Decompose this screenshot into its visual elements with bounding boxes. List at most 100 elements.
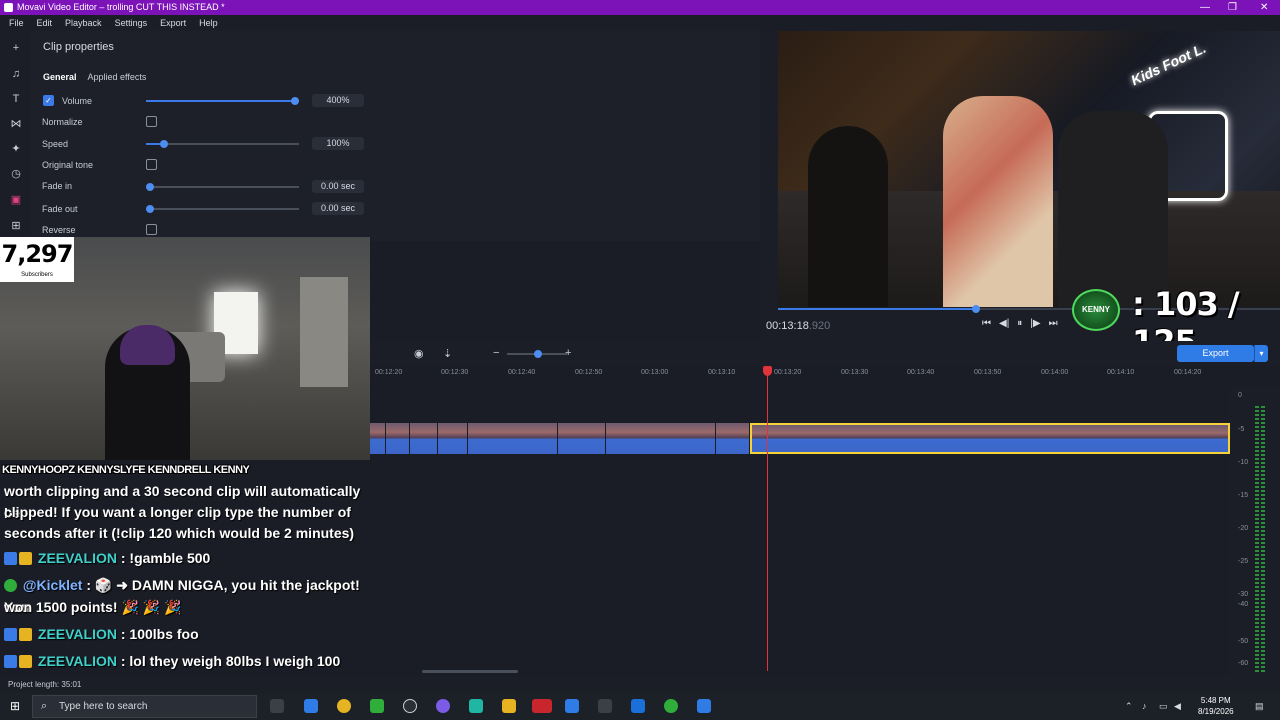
timeline-clip[interactable] <box>370 423 386 454</box>
timeline-clip[interactable] <box>386 423 410 454</box>
discord-icon[interactable] <box>436 699 450 713</box>
transitions-icon[interactable]: ⋈ <box>9 117 23 131</box>
prev-frame-icon[interactable]: ◀| <box>999 318 1009 329</box>
zoom-in-icon[interactable]: + <box>565 347 571 359</box>
clock-icon[interactable]: ◷ <box>9 167 23 181</box>
outlook-icon[interactable] <box>631 699 645 713</box>
normalize-checkbox[interactable] <box>146 116 157 127</box>
kenny-badge: KENNY <box>1072 289 1120 331</box>
task-view-icon[interactable] <box>270 699 284 713</box>
xbox-icon[interactable] <box>664 699 678 713</box>
clip-properties-icon[interactable]: ▣ <box>9 193 23 207</box>
next-frame-icon[interactable]: |▶ <box>1030 318 1040 329</box>
tab-applied-effects[interactable]: Applied effects <box>88 72 147 82</box>
crown-badge-icon <box>19 628 32 641</box>
obs-icon[interactable] <box>403 699 417 713</box>
taskbar-clock[interactable]: 5:48 PM 8/19/2026 <box>1198 695 1234 717</box>
tray-chevron-icon[interactable]: ⌃ <box>1125 701 1133 712</box>
fade-out-value[interactable]: 0.00 sec <box>312 202 364 215</box>
file-explorer-icon[interactable] <box>502 699 516 713</box>
fade-in-slider[interactable] <box>146 183 299 191</box>
meter-bar-left <box>1255 406 1259 674</box>
volume-tray-icon[interactable]: ◀ <box>1174 701 1181 712</box>
titles-icon[interactable]: T <box>9 92 23 106</box>
timeline-clip[interactable] <box>468 423 558 454</box>
timeline[interactable]: 00:12:20 00:12:30 00:12:40 00:12:50 00:1… <box>370 366 1230 676</box>
windows-start-icon[interactable]: ⊞ <box>10 700 22 712</box>
chat-message: ZEEVALION : 100lbs foo <box>4 623 199 645</box>
movavi-taskbar-icon[interactable] <box>565 699 579 713</box>
network-icon[interactable]: ▭ <box>1159 701 1168 712</box>
menu-export[interactable]: Export <box>160 15 186 31</box>
app-icon[interactable] <box>697 699 711 713</box>
meter-bar-right <box>1261 406 1265 674</box>
fade-out-slider[interactable] <box>146 205 299 213</box>
skip-end-icon[interactable]: ⏭ <box>1049 318 1058 329</box>
zoom-slider[interactable] <box>507 350 567 358</box>
pause-icon[interactable]: ⏸ <box>1017 318 1022 329</box>
microphone-tray-icon[interactable]: ♪ <box>1142 701 1147 711</box>
video-track <box>370 423 1230 454</box>
menu-settings[interactable]: Settings <box>115 15 148 31</box>
close-icon[interactable]: ✕ <box>1260 0 1268 15</box>
copilot-icon[interactable] <box>304 699 318 713</box>
timeline-clip[interactable] <box>716 423 750 454</box>
add-media-icon[interactable]: + <box>9 41 23 55</box>
export-button[interactable]: Export <box>1177 345 1254 362</box>
skip-start-icon[interactable]: ⏮ <box>982 318 991 329</box>
timeline-clip[interactable] <box>606 423 716 454</box>
menu-playback[interactable]: Playback <box>65 15 102 31</box>
chat-intro-line: seconds after it (!clip 120 which would … <box>4 525 355 541</box>
project-length: Project length: 35:01 <box>8 680 82 689</box>
meter-label: -20 <box>1238 525 1249 532</box>
chat-message: ZEEVALION : !gamble 500 <box>4 547 210 569</box>
record-icon[interactable]: ◉ <box>414 347 424 360</box>
timeline-clip[interactable] <box>410 423 438 454</box>
restore-icon[interactable]: ❐ <box>1228 0 1237 15</box>
music-icon[interactable]: ♫ <box>9 67 23 81</box>
taskbar-search[interactable]: ⌕ Type here to search <box>32 695 257 718</box>
speed-slider[interactable] <box>146 140 299 148</box>
chrome-icon[interactable] <box>337 699 351 713</box>
search-icon: ⌕ <box>41 700 48 712</box>
timeline-scrollbar[interactable] <box>422 670 518 673</box>
more-tools-icon[interactable]: ⊞ <box>9 219 23 233</box>
timeline-clip[interactable] <box>438 423 468 454</box>
playhead[interactable] <box>763 366 772 671</box>
microphone-icon[interactable]: ⇣ <box>443 347 452 360</box>
speed-value[interactable]: 100% <box>312 137 364 150</box>
minimize-icon[interactable]: — <box>1200 0 1210 15</box>
selected-timeline-clip[interactable] <box>750 423 1230 454</box>
volume-checkbox[interactable]: ✓ <box>43 95 54 106</box>
original-tone-label: Original tone <box>42 160 94 170</box>
export-dropdown-icon[interactable]: ▾ <box>1254 345 1268 362</box>
time-ruler[interactable]: 00:12:20 00:12:30 00:12:40 00:12:50 00:1… <box>370 366 1230 384</box>
fade-in-value[interactable]: 0.00 sec <box>312 180 364 193</box>
store-icon[interactable] <box>370 699 384 713</box>
filters-icon[interactable]: ✦ <box>9 142 23 156</box>
reverse-checkbox[interactable] <box>146 224 157 235</box>
chat-overlay: worth clipping and a 30 second clip will… <box>0 480 380 675</box>
window-title: Movavi Video Editor – trolling CUT THIS … <box>17 2 225 12</box>
ruler-label: 00:12:50 <box>575 369 603 376</box>
crown-badge-icon <box>19 552 32 565</box>
notifications-icon[interactable]: ▤ <box>1255 701 1264 712</box>
tab-general[interactable]: General <box>43 72 77 82</box>
verified-badge-icon <box>4 579 17 592</box>
volume-slider[interactable] <box>146 97 299 105</box>
zoom-out-icon[interactable]: − <box>493 347 499 359</box>
volume-value[interactable]: 400% <box>312 94 364 107</box>
menu-edit[interactable]: Edit <box>37 15 53 31</box>
timeline-clip[interactable] <box>558 423 606 454</box>
capcut-alt-icon[interactable] <box>598 699 612 713</box>
prime-badge-icon <box>4 628 17 641</box>
capcut-icon[interactable] <box>469 699 483 713</box>
person-center <box>943 96 1053 307</box>
streamer-app-icon[interactable] <box>532 699 552 713</box>
original-tone-checkbox[interactable] <box>146 159 157 170</box>
menu-help[interactable]: Help <box>199 15 218 31</box>
meter-label: -10 <box>1238 459 1249 466</box>
menu-file[interactable]: File <box>9 15 24 31</box>
video-frame[interactable]: Kids Foot L. <box>778 31 1280 307</box>
reverse-label: Reverse <box>42 225 76 235</box>
